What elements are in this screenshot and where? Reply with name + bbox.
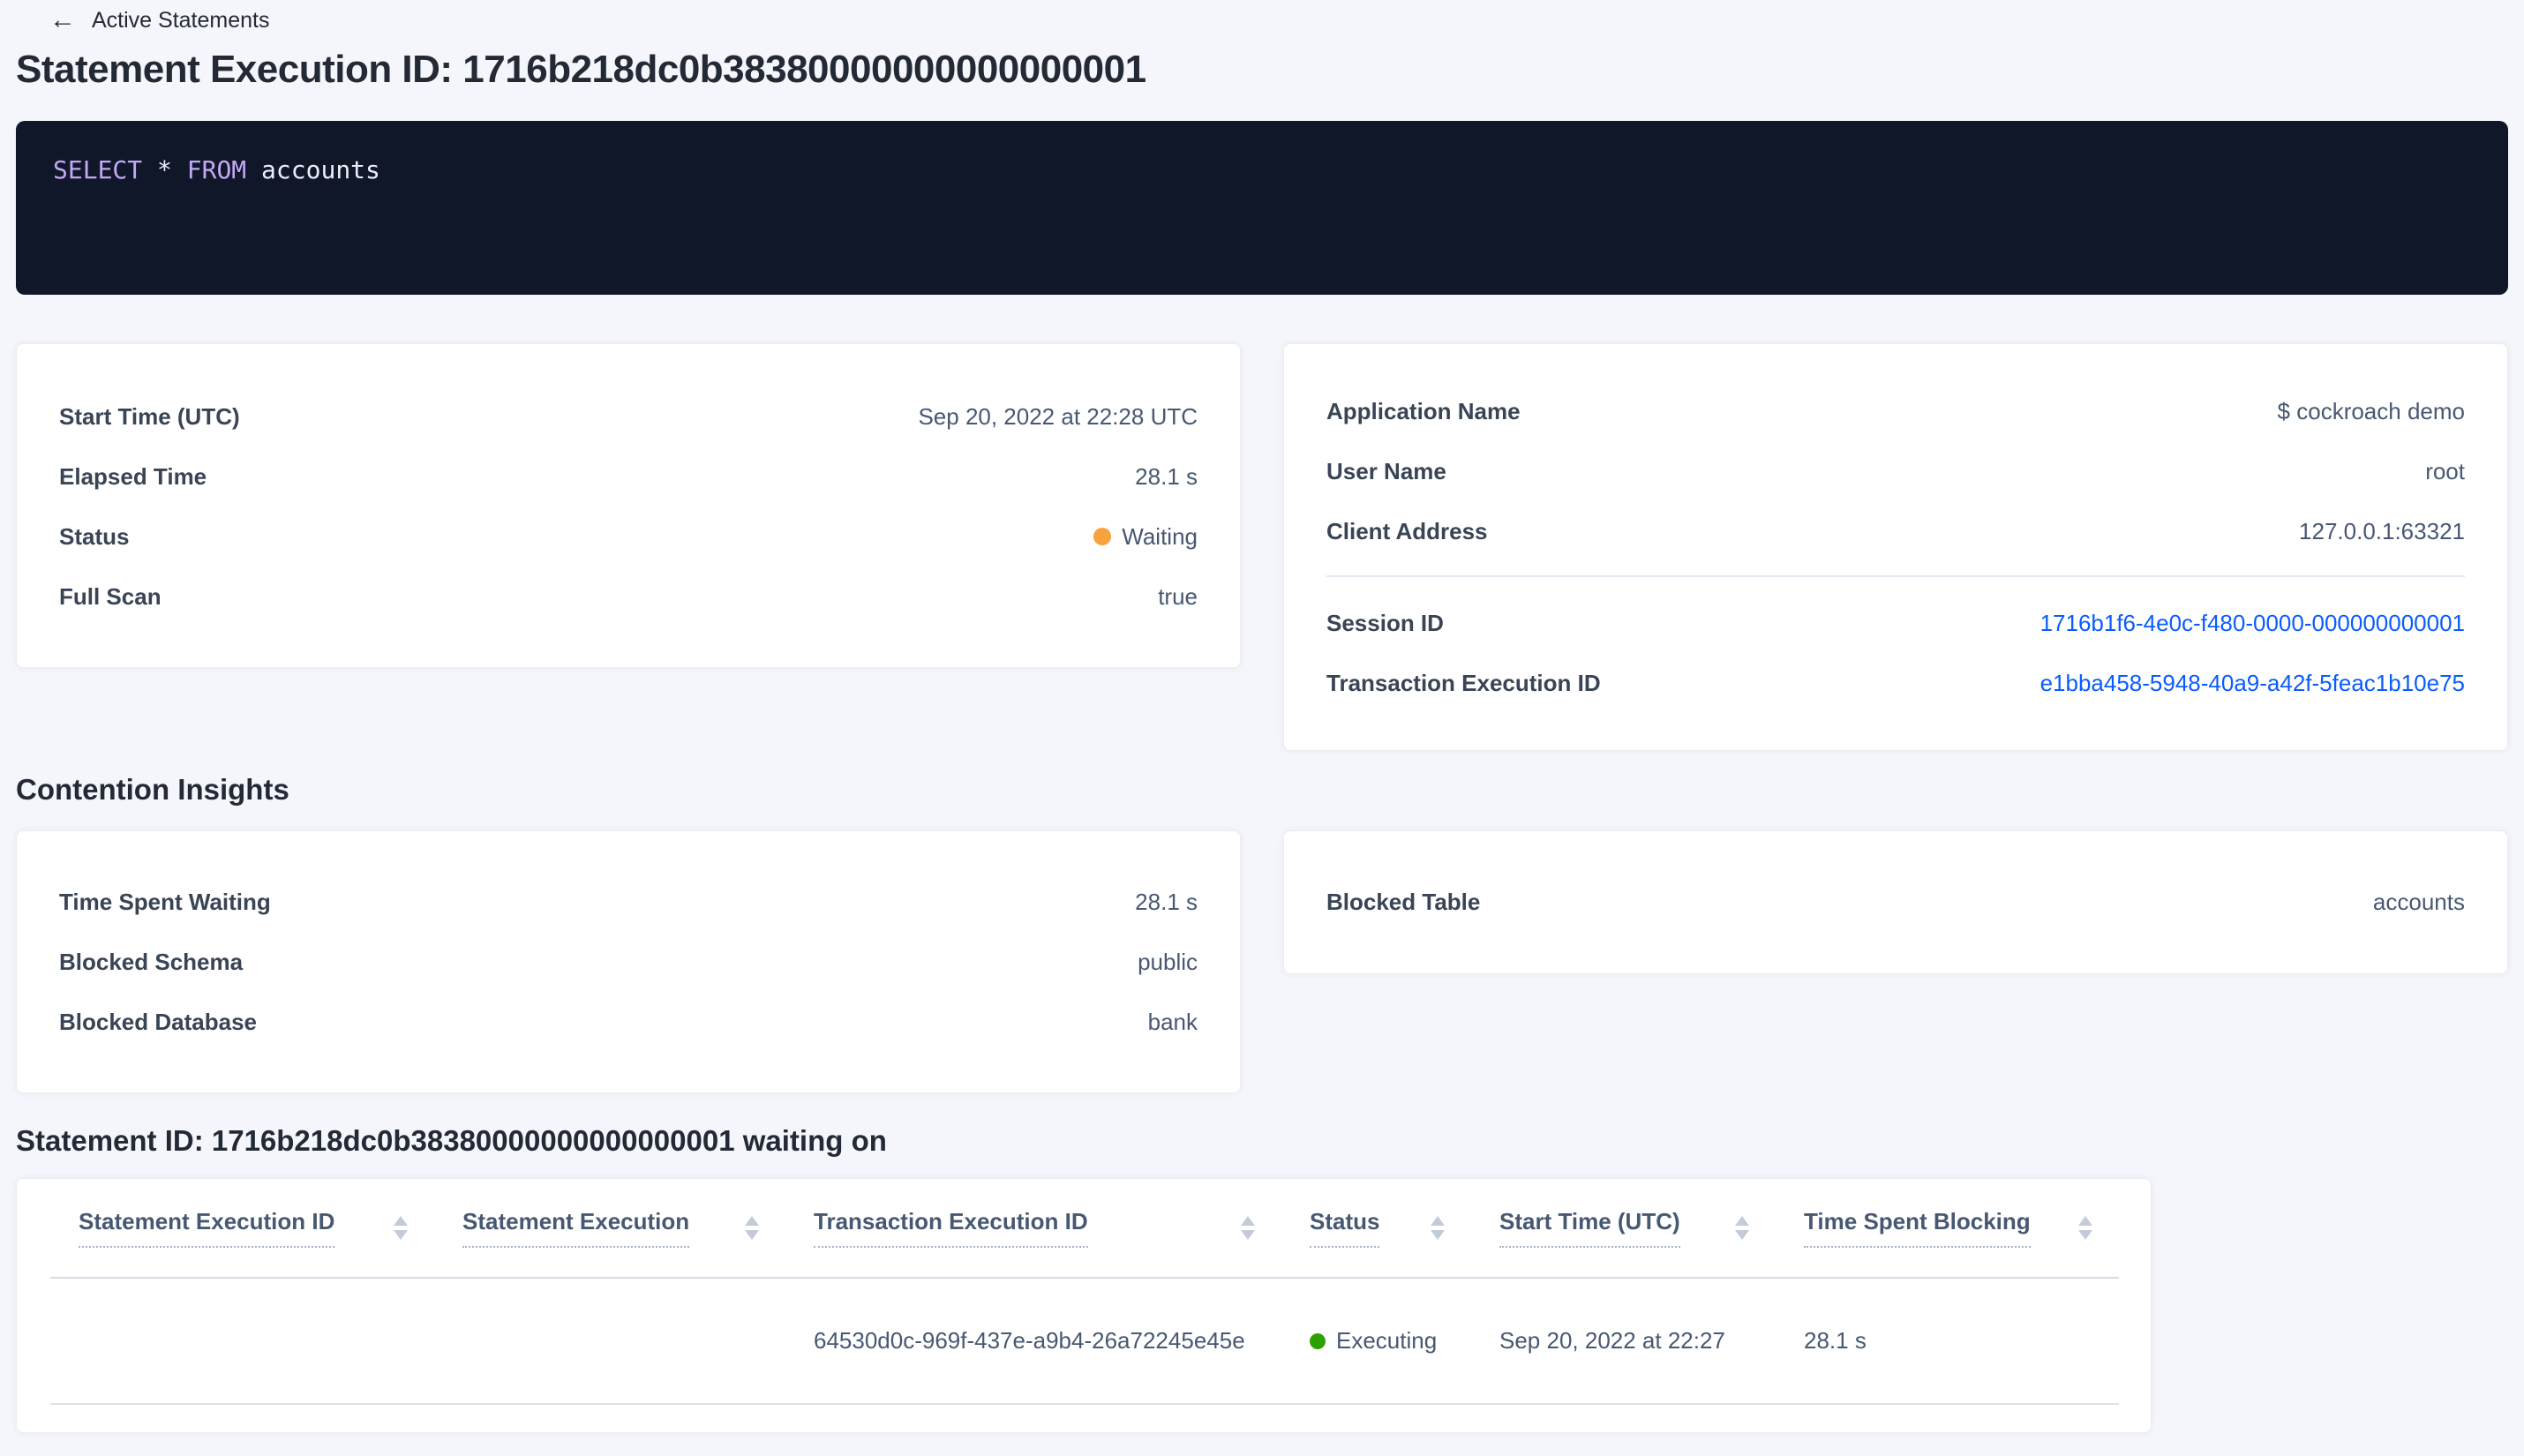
client-address-label: Client Address [1326, 517, 1488, 544]
cell-statement-execution-id [50, 1278, 434, 1405]
client-address-value: 127.0.0.1:63321 [2299, 517, 2465, 544]
column-header-statement-execution-id-label: Statement Execution ID [79, 1208, 335, 1248]
waiting-on-heading: Statement ID: 1716b218dc0b38380000000000… [16, 1124, 887, 1157]
column-header-statement-execution[interactable]: Statement Execution [434, 1179, 785, 1279]
session-id-label: Session ID [1326, 609, 1444, 636]
page-title: Statement Execution ID: 1716b218dc0b3838… [16, 48, 1146, 91]
status-value: Waiting [1093, 523, 1198, 551]
elapsed-time-value: 28.1 s [1135, 462, 1198, 490]
sql-table-name: accounts [261, 155, 380, 184]
session-id-row: Session ID 1716b1f6-4e0c-f480-0000-00000… [1326, 593, 2465, 653]
column-header-statement-execution-id[interactable]: Statement Execution ID [50, 1179, 434, 1279]
sort-icon[interactable] [1735, 1216, 1749, 1240]
transaction-execution-id-link[interactable]: e1bba458-5948-40a9-a42f-5feac1b10e75 [2040, 670, 2465, 697]
column-header-transaction-execution-id-label: Transaction Execution ID [814, 1208, 1088, 1248]
time-spent-waiting-label: Time Spent Waiting [59, 888, 271, 915]
blocked-table-value: accounts [2372, 888, 2465, 915]
column-header-status[interactable]: Status [1281, 1179, 1471, 1279]
sort-icon[interactable] [745, 1216, 759, 1240]
sql-statement-box: SELECT * FROM accounts [16, 121, 2508, 295]
blocked-table-card: Blocked Table accounts [1283, 830, 2508, 974]
cell-status: Executing [1281, 1278, 1471, 1405]
session-id-link[interactable]: 1716b1f6-4e0c-f480-0000-000000000001 [2040, 610, 2465, 637]
blocked-database-label: Blocked Database [59, 1008, 257, 1035]
cell-statement-execution [434, 1278, 785, 1405]
column-header-statement-execution-label: Statement Execution [462, 1208, 690, 1248]
statement-execution-details-page: ← Active Statements Statement Execution … [0, 0, 2524, 1456]
sort-icon[interactable] [1431, 1216, 1445, 1240]
status-waiting-dot-icon [1093, 528, 1112, 545]
transaction-execution-id-row: Transaction Execution ID e1bba458-5948-4… [1326, 653, 2465, 713]
start-time-label: Start Time (UTC) [59, 402, 240, 430]
contention-details-card: Time Spent Waiting 28.1 s Blocked Schema… [16, 830, 1241, 1093]
sql-keyword-select: SELECT [53, 155, 143, 184]
cell-transaction-execution-id: 64530d0c-969f-437e-a9b4-26a72245e45e [785, 1278, 1281, 1405]
session-card-divider [1326, 575, 2465, 577]
status-executing-dot-icon [1310, 1332, 1326, 1349]
column-header-status-label: Status [1310, 1208, 1380, 1248]
statement-overview-card: Start Time (UTC) Sep 20, 2022 at 22:28 U… [16, 343, 1241, 668]
sort-icon[interactable] [2078, 1216, 2092, 1240]
sort-icon[interactable] [1241, 1216, 1255, 1240]
user-name-value: root [2425, 457, 2465, 484]
waiting-on-table-card: Statement Execution ID Statement Executi… [16, 1178, 2152, 1433]
waiting-on-table: Statement Execution ID Statement Executi… [50, 1179, 2119, 1405]
status-row: Status Waiting [59, 507, 1198, 567]
column-header-time-spent-blocking[interactable]: Time Spent Blocking [1776, 1179, 2119, 1279]
column-header-start-time-label: Start Time (UTC) [1499, 1208, 1680, 1248]
back-arrow-icon: ← [49, 5, 76, 34]
cell-start-time: Sep 20, 2022 at 22:27 [1471, 1278, 1776, 1405]
status-label: Status [59, 522, 130, 550]
client-address-row: Client Address 127.0.0.1:63321 [1326, 501, 2465, 561]
application-name-value: $ cockroach demo [2277, 397, 2465, 424]
blocked-table-row: Blocked Table accounts [1326, 872, 2465, 932]
time-spent-waiting-row: Time Spent Waiting 28.1 s [59, 872, 1198, 932]
column-header-start-time[interactable]: Start Time (UTC) [1471, 1179, 1776, 1279]
status-waiting-text: Waiting [1122, 522, 1198, 550]
column-header-time-spent-blocking-label: Time Spent Blocking [1804, 1208, 2031, 1248]
back-to-active-statements-link[interactable]: ← Active Statements [49, 7, 269, 34]
start-time-row: Start Time (UTC) Sep 20, 2022 at 22:28 U… [59, 387, 1198, 447]
session-info-card: Application Name $ cockroach demo User N… [1283, 343, 2508, 751]
application-name-row: Application Name $ cockroach demo [1326, 381, 2465, 441]
sql-keyword-from: FROM [186, 155, 247, 184]
waiting-on-table-header-row: Statement Execution ID Statement Executi… [50, 1179, 2119, 1279]
sort-icon[interactable] [394, 1216, 408, 1240]
full-scan-value: true [1158, 582, 1198, 610]
back-link-label: Active Statements [92, 7, 270, 33]
table-row: 64530d0c-969f-437e-a9b4-26a72245e45e Exe… [50, 1278, 2119, 1405]
blocked-database-row: Blocked Database bank [59, 992, 1198, 1052]
status-executing-text: Executing [1336, 1327, 1438, 1354]
time-spent-waiting-value: 28.1 s [1135, 888, 1198, 915]
elapsed-time-label: Elapsed Time [59, 462, 207, 490]
blocked-schema-value: public [1138, 948, 1198, 975]
user-name-row: User Name root [1326, 441, 2465, 501]
blocked-schema-label: Blocked Schema [59, 948, 244, 975]
blocked-database-value: bank [1147, 1008, 1198, 1035]
cell-time-spent-blocking: 28.1 s [1776, 1278, 2119, 1405]
start-time-value: Sep 20, 2022 at 22:28 UTC [918, 402, 1198, 430]
full-scan-label: Full Scan [59, 582, 162, 610]
column-header-transaction-execution-id[interactable]: Transaction Execution ID [785, 1179, 1281, 1279]
transaction-execution-id-label: Transaction Execution ID [1326, 669, 1601, 696]
sql-star: * [157, 155, 172, 184]
blocked-schema-row: Blocked Schema public [59, 932, 1198, 992]
elapsed-time-row: Elapsed Time 28.1 s [59, 447, 1198, 507]
contention-insights-heading: Contention Insights [16, 773, 289, 806]
user-name-label: User Name [1326, 457, 1446, 484]
blocked-table-label: Blocked Table [1326, 888, 1481, 915]
full-scan-row: Full Scan true [59, 567, 1198, 627]
application-name-label: Application Name [1326, 397, 1521, 424]
